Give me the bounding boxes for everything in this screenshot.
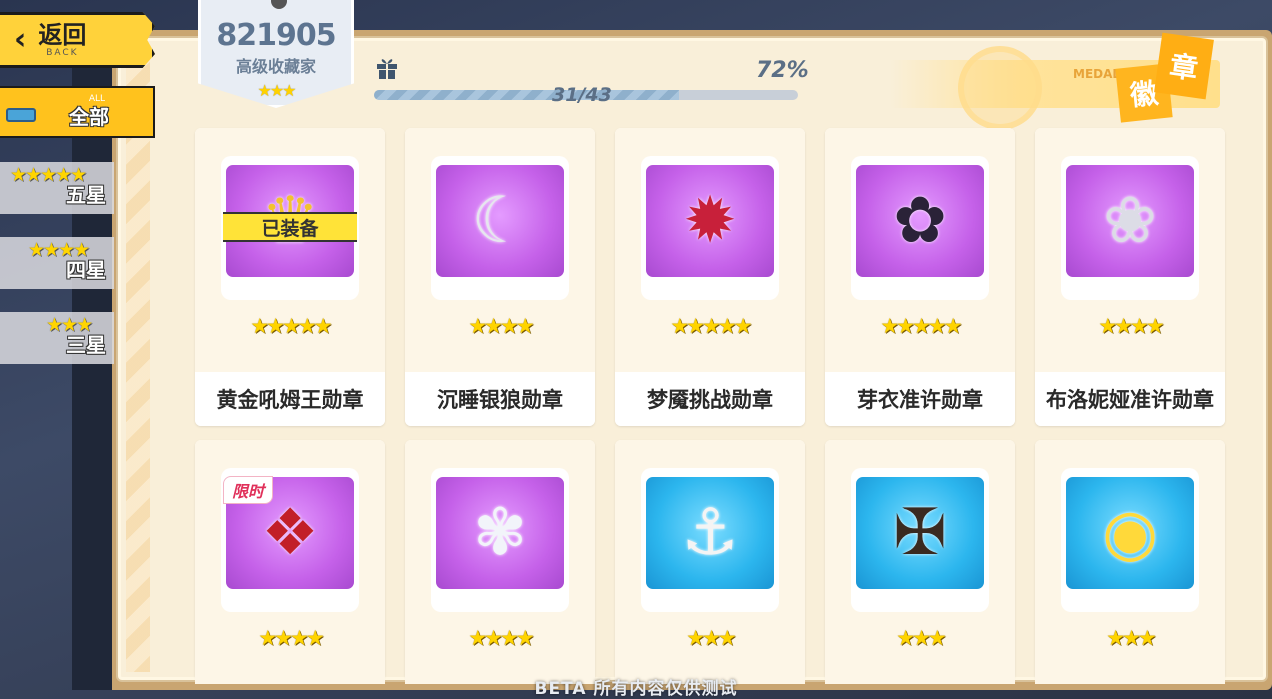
filter-tab-label: 三星 — [66, 333, 106, 357]
chevron-left-icon: ‹ — [14, 22, 27, 57]
medal-card[interactable]: ◉ ★★★ — [1035, 440, 1225, 684]
collector-score: 821905 — [216, 18, 336, 53]
filter-tab-five-star[interactable]: ★★★★★ 五星 — [0, 162, 114, 214]
medal-card[interactable]: ⚓ ★★★ — [615, 440, 805, 684]
medal-stars: ★★★ — [896, 626, 946, 650]
sleeping-silver-wolf-medal-icon: ☾ — [433, 162, 567, 280]
medal-card[interactable]: ☾ ★★★★ 沉睡银狼勋章 — [405, 128, 595, 426]
medal-name: 沉睡银狼勋章 — [405, 372, 595, 426]
medal-name: 黄金吼姆王勋章 — [195, 372, 385, 426]
medal-title-char: 章 — [1167, 49, 1200, 86]
back-sub-label: BACK — [46, 47, 79, 58]
medal-card[interactable]: ✹ ★★★★★ 梦魇挑战勋章 — [615, 128, 805, 426]
bronya-permit-medal-icon: ❀ — [1063, 162, 1197, 280]
progress-fill — [374, 90, 680, 100]
progress-count: 31/43 — [552, 84, 612, 106]
collector-title: 高级收藏家 — [235, 57, 316, 76]
collector-stars: ★★★ — [257, 81, 296, 100]
medal-name: 梦魇挑战勋章 — [615, 372, 805, 426]
filter-tab-label: 五星 — [66, 183, 106, 207]
pin-icon — [271, 0, 287, 9]
equipped-badge: 已装备 — [223, 212, 357, 242]
captain-anchor-medal-icon: ⚓ — [643, 474, 777, 592]
medal-stars: ★★★★ — [468, 626, 534, 650]
filter-tab-three-star[interactable]: ★★★ 三星 — [0, 312, 114, 364]
medal-name: 芽衣准许勋章 — [825, 372, 1015, 426]
back-label: 返回 — [38, 20, 87, 49]
cross-book-medal-icon: ✠ — [853, 474, 987, 592]
medal-card[interactable]: ✾ ★★★★ — [405, 440, 595, 684]
medal-card[interactable]: ♛ ★★★★★ 已装备黄金吼姆王勋章 — [195, 128, 385, 426]
gift-icon[interactable] — [376, 56, 398, 80]
medal-stars: ★★★★ — [258, 626, 324, 650]
medal-card[interactable]: ❀ ★★★★ 布洛妮娅准许勋章 — [1035, 128, 1225, 426]
filter-tab-all[interactable]: ALL 全部 — [0, 86, 155, 138]
white-hair-girl-medal-icon: ✾ — [433, 474, 567, 592]
medal-name: 布洛妮娅准许勋章 — [1035, 372, 1225, 426]
medal-card[interactable]: ✿ ★★★★★ 芽衣准许勋章 — [825, 128, 1015, 426]
medal-stars: ★★★ — [1106, 626, 1156, 650]
yellow-bird-medal-icon: ◉ — [1063, 474, 1197, 592]
medal-stars: ★★★★★ — [670, 314, 752, 338]
medal-card[interactable]: ❖ ★★★★ 限时 — [195, 440, 385, 684]
filter-tab-four-star[interactable]: ★★★★ 四星 — [0, 237, 114, 289]
mei-permit-medal-icon: ✿ — [853, 162, 987, 280]
medal-emblem-icon — [958, 46, 1042, 130]
medal-stars: ★★★★ — [468, 314, 534, 338]
back-button[interactable]: ‹ 返回 BACK — [0, 12, 155, 68]
beta-notice: BETA 所有内容仅供测试 — [534, 679, 738, 699]
medal-stars: ★★★★ — [1098, 314, 1164, 338]
limited-time-tag: 限时 — [223, 476, 274, 504]
medal-stars: ★★★ — [686, 626, 736, 650]
medal-stars: ★★★★★ — [880, 314, 962, 338]
medal-card[interactable]: ✠ ★★★ — [825, 440, 1015, 684]
filter-tab-label: 四星 — [66, 258, 106, 282]
medal-stars: ★★★★★ — [250, 314, 332, 338]
filter-tab-label: 全部 — [69, 105, 109, 129]
medal-category-icon — [6, 108, 36, 122]
nightmare-challenge-medal-icon: ✹ — [643, 162, 777, 280]
panel-stripe — [126, 46, 150, 672]
medal-en-label: MEDAL — [1073, 67, 1121, 81]
progress-percent: 72% — [756, 58, 809, 83]
